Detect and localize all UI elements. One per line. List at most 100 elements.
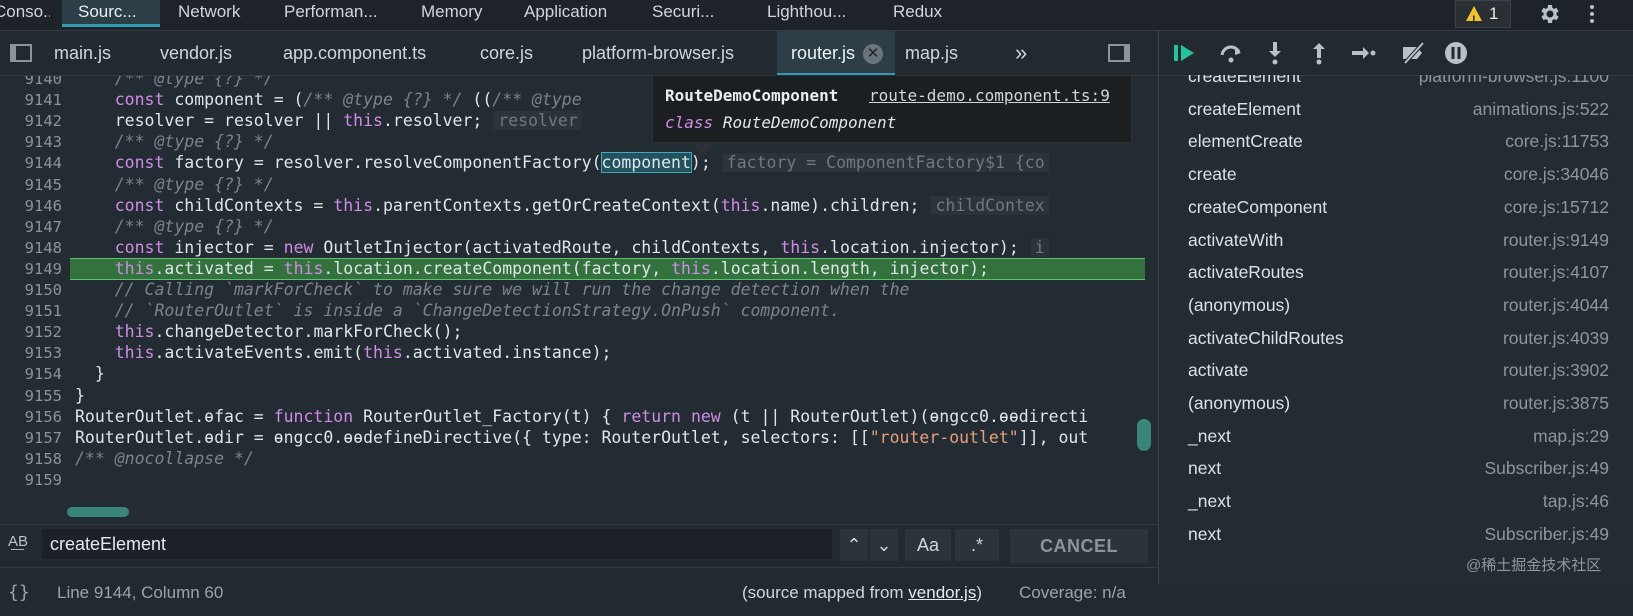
file-tab-app-component[interactable]: app.component.ts [283,31,426,75]
match-case-button[interactable]: Aa [905,529,951,561]
call-frame[interactable]: activateChildRoutes router.js:4039 [1159,321,1633,355]
step-out-icon[interactable] [1305,39,1333,67]
line-number[interactable]: 9157 [0,427,62,449]
line-number[interactable]: 9154 [0,363,62,385]
call-frame[interactable]: next Subscriber.js:49 [1159,517,1633,551]
gear-icon[interactable] [1537,2,1561,26]
call-frame-location[interactable]: router.js:3902 [1503,353,1609,387]
code-line[interactable]: 9147 /** @type {?} */ [0,216,1145,238]
code-line[interactable]: 9154 } [0,363,1145,385]
line-number[interactable]: 9145 [0,174,62,196]
call-frame-location[interactable]: tap.js:46 [1543,484,1609,518]
call-frame-location[interactable]: router.js:4107 [1503,255,1609,289]
close-icon[interactable]: ✕ [863,44,884,65]
call-frame[interactable]: activate router.js:3902 [1159,353,1633,387]
tab-sources[interactable]: Sourc... [62,0,160,27]
horizontal-scrollbar[interactable] [67,507,129,517]
call-frame[interactable]: elementCreate core.js:11753 [1159,124,1633,158]
code-line[interactable]: 9157 RouterOutlet.ɵdir = ɵngcc0.ɵɵdefineD… [0,427,1145,449]
previous-match-button[interactable]: ⌃ [840,529,868,561]
call-frame-location[interactable]: map.js:29 [1533,419,1609,453]
tab-console[interactable]: Conso... [0,0,50,30]
replace-toggle-icon[interactable]: A͟B [8,533,36,561]
code-line[interactable]: 9149 this.activated = this.location.crea… [0,258,1145,280]
call-frame-location[interactable]: core.js:15712 [1504,190,1609,224]
code-line[interactable]: 9152 this.changeDetector.markForCheck(); [0,321,1145,343]
call-frame[interactable]: (anonymous) router.js:3875 [1159,386,1633,420]
line-number[interactable]: 9155 [0,385,62,407]
line-number[interactable]: 9152 [0,321,62,343]
call-frame-location[interactable]: router.js:9149 [1503,223,1609,257]
call-frame[interactable]: create core.js:34046 [1159,157,1633,191]
line-number[interactable]: 9149 [0,258,62,280]
line-number[interactable]: 9158 [0,448,62,470]
tab-performance[interactable]: Performan... [284,0,404,30]
tab-lighthouse[interactable]: Lighthou... [767,0,863,30]
file-tab-core[interactable]: core.js [480,31,533,75]
call-frame[interactable]: _next map.js:29 [1159,419,1633,453]
line-number[interactable]: 9143 [0,131,62,153]
line-number[interactable]: 9148 [0,237,62,259]
call-frame[interactable]: activateRoutes router.js:4107 [1159,255,1633,289]
code-area[interactable]: 9140 /** @type {?} */ 9141 const componen… [0,76,1145,524]
code-line[interactable]: 9144 const factory = resolver.resolveCom… [0,152,1145,174]
code-line[interactable]: 9156 RouterOutlet.ɵfac = function RouterO… [0,406,1145,428]
call-frame-location[interactable]: Subscriber.js:49 [1484,517,1609,551]
file-tab-main[interactable]: main.js [54,31,111,75]
code-line[interactable]: 9158 /** @nocollapse */ [0,448,1145,470]
step-over-icon[interactable] [1217,39,1245,67]
cancel-button[interactable]: CANCEL [1010,529,1148,563]
line-number[interactable]: 9140 [0,76,62,90]
call-frame-location[interactable]: platform-browser.js:1100 [1419,75,1609,93]
line-number[interactable]: 9150 [0,279,62,301]
pretty-print-icon[interactable]: {} [8,582,30,603]
line-number[interactable]: 9142 [0,110,62,132]
tab-memory[interactable]: Memory [421,0,501,30]
code-line[interactable]: 9151 // `RouterOutlet` is inside a `Chan… [0,300,1145,322]
call-frame-location[interactable]: router.js:3875 [1503,386,1609,420]
code-line[interactable]: 9148 const injector = new OutletInjector… [0,237,1145,259]
call-frame-location[interactable]: Subscriber.js:49 [1484,451,1609,485]
deactivate-breakpoints-icon[interactable] [1399,39,1427,67]
code-line[interactable]: 9155} [0,385,1145,407]
resume-icon[interactable] [1171,39,1199,67]
code-line[interactable]: 9153 this.activateEvents.emit(this.activ… [0,342,1145,364]
tab-redux[interactable]: Redux [893,0,953,30]
code-line[interactable]: 9146 const childContexts = this.parentCo… [0,195,1145,217]
toggle-debugger-icon[interactable] [1108,44,1130,62]
line-number[interactable]: 9144 [0,152,62,174]
line-number[interactable]: 9159 [0,469,62,491]
file-tab-platform-browser[interactable]: platform-browser.js [582,31,734,75]
code-line[interactable]: 9159 [0,469,1145,491]
call-frame[interactable]: createElement animations.js:522 [1159,92,1633,126]
warnings-badge[interactable]: 1 [1455,0,1511,33]
call-frame-location[interactable]: router.js:4044 [1503,288,1609,322]
line-number[interactable]: 9151 [0,300,62,322]
toggle-navigator-icon[interactable] [10,44,32,62]
code-line[interactable]: 9145 /** @type {?} */ [0,174,1145,196]
pause-on-exceptions-icon[interactable] [1442,39,1470,67]
regex-button[interactable]: .* [955,529,999,561]
file-tab-router[interactable]: router.js ✕ [777,31,896,75]
next-match-button[interactable]: ⌄ [870,529,898,561]
call-frame-location[interactable]: animations.js:522 [1473,92,1609,126]
line-number[interactable]: 9147 [0,216,62,238]
vertical-scrollbar[interactable] [1137,419,1151,451]
tab-network[interactable]: Network [178,0,268,30]
tab-security[interactable]: Securi... [652,0,734,30]
line-number[interactable]: 9156 [0,406,62,428]
call-frame[interactable]: _next tap.js:46 [1159,484,1633,518]
search-input[interactable] [42,529,832,559]
line-number[interactable]: 9141 [0,89,62,111]
call-frame[interactable]: createComponent core.js:15712 [1159,190,1633,224]
line-number[interactable]: 9153 [0,342,62,364]
tooltip-source-link[interactable]: route-demo.component.ts:9 [869,86,1110,105]
call-frame-location[interactable]: core.js:34046 [1504,157,1609,191]
call-frame[interactable]: createElement platform-browser.js:1100 [1159,75,1633,93]
file-tab-vendor[interactable]: vendor.js [160,31,232,75]
call-frame[interactable]: (anonymous) router.js:4044 [1159,288,1633,322]
call-frame[interactable]: activateWith router.js:9149 [1159,223,1633,257]
step-into-icon[interactable] [1261,39,1289,67]
call-frame-location[interactable]: router.js:4039 [1503,321,1609,355]
more-options-icon[interactable] [1590,3,1598,25]
